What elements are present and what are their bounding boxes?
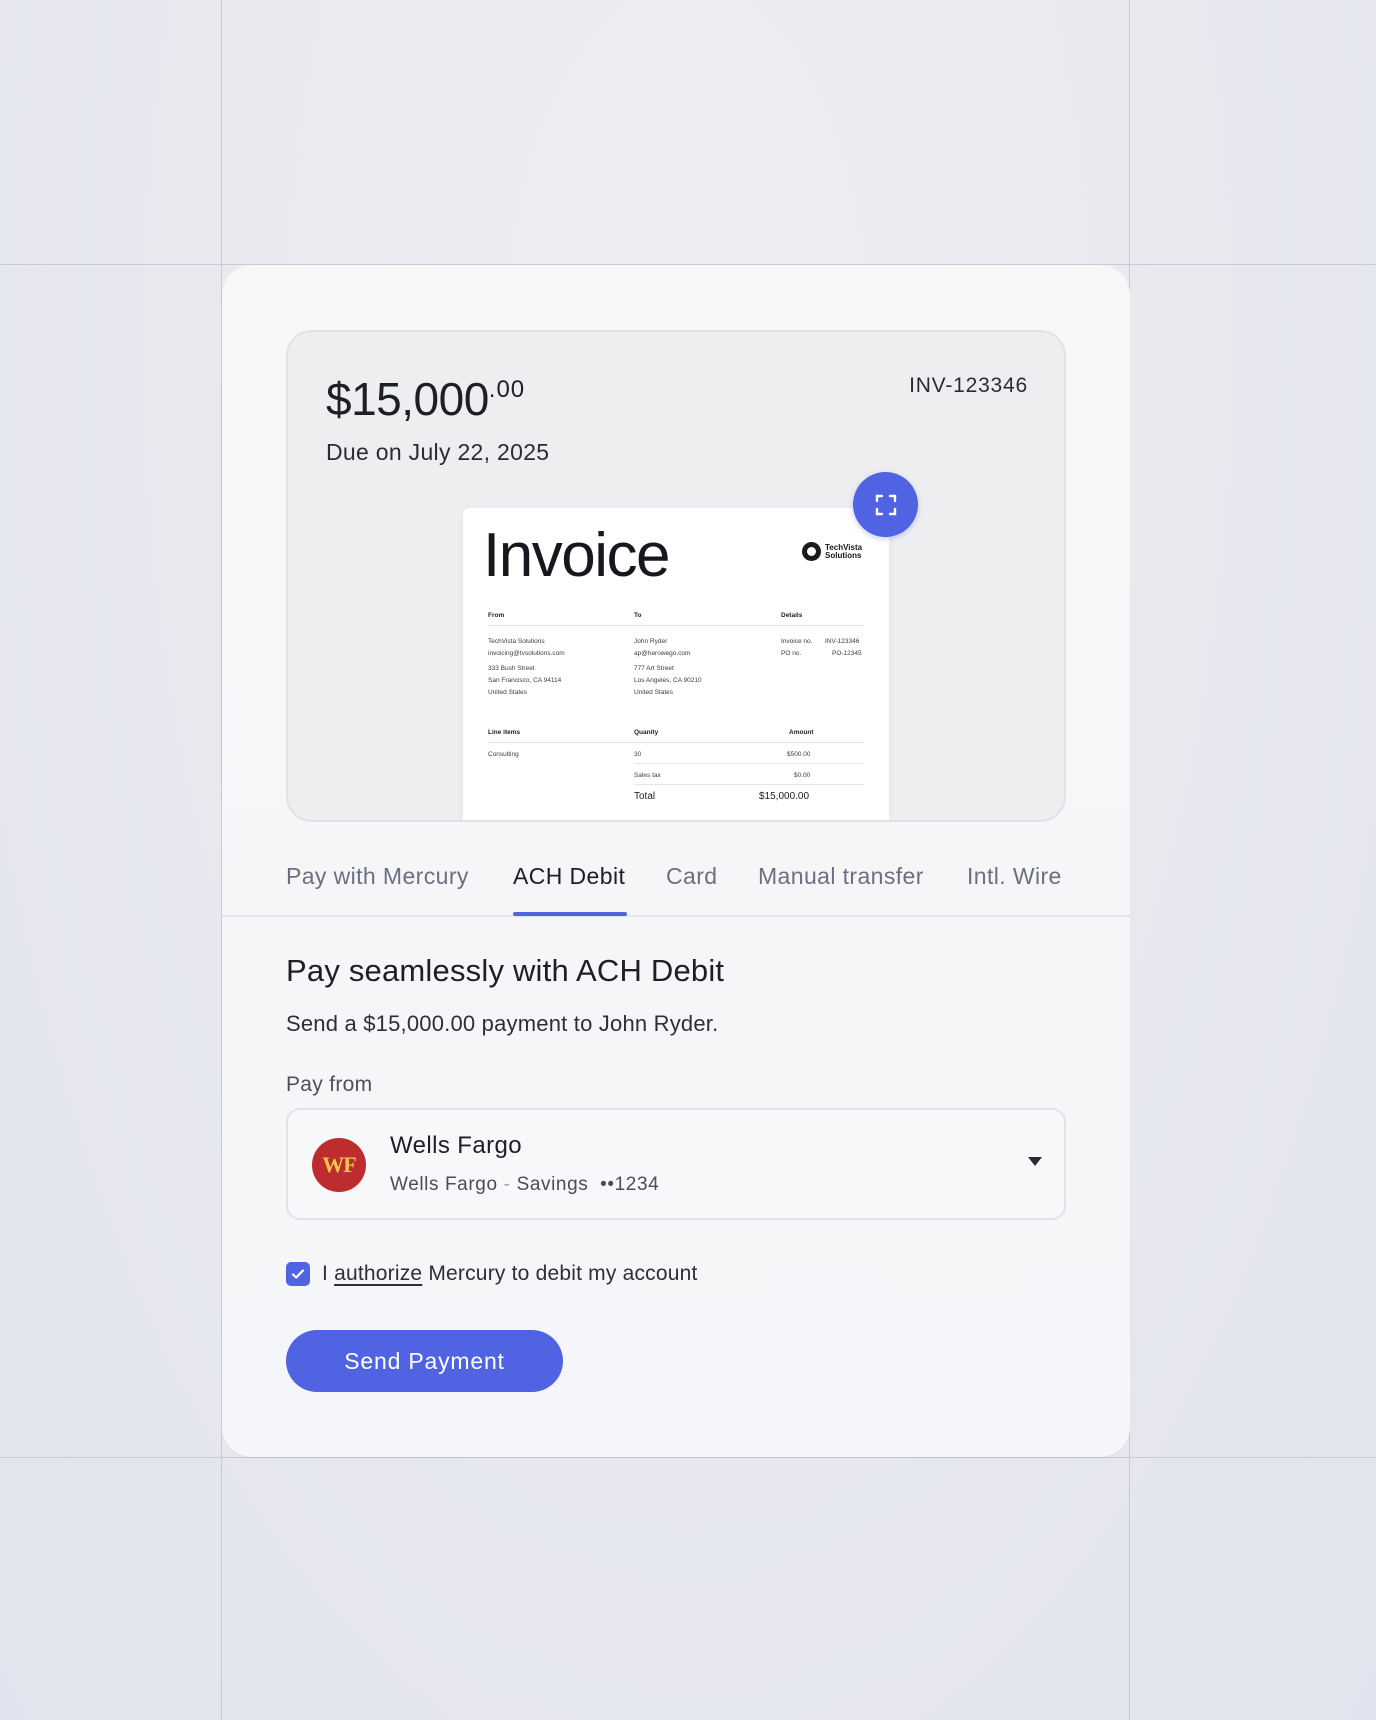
to-line: ap@herowego.com xyxy=(634,650,691,657)
from-line: 333 Bush Street xyxy=(488,665,535,672)
aperture-logo-icon xyxy=(802,542,821,561)
authorize-checkbox[interactable] xyxy=(286,1262,310,1286)
from-line: San Francisco, CA 94114 xyxy=(488,677,562,684)
invoice-document-thumbnail[interactable]: Invoice TechVista Solutions From To Detai… xyxy=(463,508,889,820)
guide-line-bottom xyxy=(0,1457,1376,1458)
details-header: Details xyxy=(781,612,803,619)
amount-header: Amount xyxy=(789,729,814,736)
to-header: To xyxy=(634,612,642,619)
section-heading: Pay seamlessly with ACH Debit xyxy=(286,953,725,988)
invoice-amount: $15,000.00 xyxy=(326,373,526,425)
line-item-amount: $500.00 xyxy=(787,751,811,758)
line-item-qty: 30 xyxy=(634,751,642,758)
account-detail: Wells Fargo - Savings ••1234 xyxy=(390,1174,660,1195)
chevron-down-icon xyxy=(1028,1157,1042,1166)
payment-card: $15,000.00 Due on July 22, 2025 INV-1233… xyxy=(222,265,1130,1457)
active-tab-indicator xyxy=(513,912,627,916)
account-name: Wells Fargo xyxy=(390,1132,522,1159)
tab-intl-wire[interactable]: Intl. Wire xyxy=(967,863,1062,890)
company-logo: TechVista Solutions xyxy=(802,542,865,561)
pay-from-label: Pay from xyxy=(286,1073,373,1096)
to-line: Los Angeles, CA 90210 xyxy=(634,677,702,684)
line-item-name: Consulting xyxy=(488,751,519,758)
payment-description: Send a $15,000.00 payment to John Ryder. xyxy=(286,1011,719,1036)
detail-label: PO no. xyxy=(781,650,802,657)
detail-value: INV-123346 xyxy=(825,638,860,645)
total-value: $15,000.00 xyxy=(759,791,810,802)
from-line: United States xyxy=(488,689,528,696)
divider xyxy=(634,763,864,764)
bank-logo: WF xyxy=(312,1138,366,1192)
tab-ach-debit[interactable]: ACH Debit xyxy=(513,863,625,890)
expand-icon xyxy=(875,494,896,515)
tab-manual-transfer[interactable]: Manual transfer xyxy=(758,863,924,890)
authorize-consent: I authorize Mercury to debit my account xyxy=(286,1262,698,1286)
tab-card[interactable]: Card xyxy=(666,863,717,890)
invoice-number: INV-123346 xyxy=(909,374,1028,397)
divider xyxy=(634,784,864,785)
to-line: United States xyxy=(634,689,674,696)
total-label: Total xyxy=(634,791,656,802)
from-line: TechVista Solutions xyxy=(488,638,545,645)
amount-cents: .00 xyxy=(488,376,526,403)
authorize-link[interactable]: authorize xyxy=(334,1262,422,1285)
send-payment-button[interactable]: Send Payment xyxy=(286,1330,563,1392)
divider xyxy=(488,625,864,626)
tab-pay-with-mercury[interactable]: Pay with Mercury xyxy=(286,863,469,890)
check-icon xyxy=(291,1269,305,1279)
from-line: invoicing@tvsolutions.com xyxy=(488,650,565,657)
to-line: 777 Art Street xyxy=(634,665,674,672)
invoice-preview: $15,000.00 Due on July 22, 2025 INV-1233… xyxy=(286,330,1066,822)
due-date: Due on July 22, 2025 xyxy=(326,439,550,465)
detail-value: PO-12345 xyxy=(832,650,862,657)
expand-invoice-button[interactable] xyxy=(853,472,918,537)
from-header: From xyxy=(488,612,505,619)
to-line: John Ryder xyxy=(634,638,668,645)
document-title: Invoice xyxy=(483,521,670,590)
quantity-header: Quanity xyxy=(634,729,659,736)
divider xyxy=(488,742,864,743)
detail-label: Invoice no. xyxy=(781,638,813,645)
consent-text: I authorize Mercury to debit my account xyxy=(322,1262,698,1285)
pay-from-account-select[interactable]: WF Wells Fargo Wells Fargo - Savings ••123… xyxy=(286,1108,1066,1220)
sales-tax-value: $0.00 xyxy=(794,772,811,779)
payment-method-tabs: Pay with Mercury ACH Debit Card Manual t… xyxy=(222,863,1130,917)
company-name: TechVista Solutions xyxy=(825,542,863,560)
sales-tax-label: Sales tax xyxy=(634,772,661,779)
line-items-header: Line items xyxy=(488,729,521,736)
